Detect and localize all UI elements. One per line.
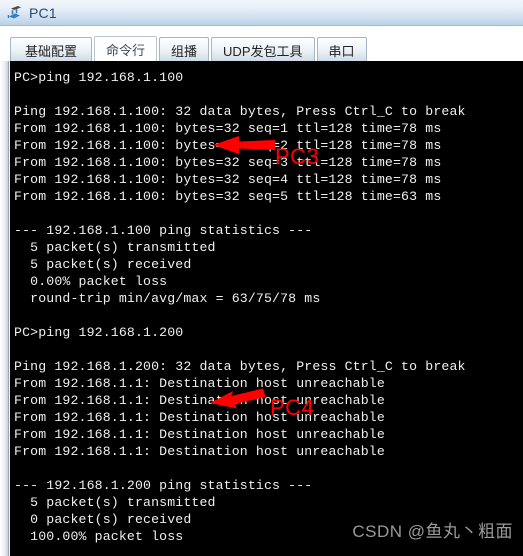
terminal-line: 0 packet(s) received bbox=[14, 512, 192, 527]
terminal-line: --- 192.168.1.100 ping statistics --- bbox=[14, 223, 313, 238]
terminal-line: --- 192.168.1.200 ping statistics --- bbox=[14, 478, 313, 493]
network-device-icon bbox=[6, 4, 24, 22]
pc1-command-line-window: PC1 基础配置 命令行 组播 UDP发包工具 串口 PC>ping 192.1… bbox=[0, 0, 523, 556]
tab-label: 基础配置 bbox=[25, 43, 78, 59]
terminal-panel: PC>ping 192.168.1.100 Ping 192.168.1.100… bbox=[0, 61, 523, 556]
tab-label: 串口 bbox=[328, 43, 355, 59]
terminal-line: PC>ping 192.168.1.200 bbox=[14, 325, 184, 340]
terminal-output[interactable]: PC>ping 192.168.1.100 Ping 192.168.1.100… bbox=[10, 61, 523, 556]
terminal-line: From 192.168.1.100: bytes=32 seq=4 ttl=1… bbox=[14, 172, 442, 187]
terminal-line: round-trip min/avg/max = 63/75/78 ms bbox=[14, 291, 321, 306]
terminal-line: Ping 192.168.1.100: 32 data bytes, Press… bbox=[14, 104, 466, 119]
tab-command-line[interactable]: 命令行 bbox=[94, 36, 158, 62]
window-title: PC1 bbox=[29, 4, 57, 21]
terminal-line: PC>ping 192.168.1.100 bbox=[14, 70, 184, 85]
tab-udp-tool[interactable]: UDP发包工具 bbox=[211, 37, 315, 62]
terminal-line: From 192.168.1.1: Destination host unrea… bbox=[14, 427, 385, 442]
tab-bar: 基础配置 命令行 组播 UDP发包工具 串口 bbox=[0, 26, 523, 62]
terminal-left-gutter bbox=[0, 61, 9, 556]
tab-basic-config[interactable]: 基础配置 bbox=[10, 37, 93, 62]
tab-serial-port[interactable]: 串口 bbox=[316, 37, 367, 62]
terminal-line: 5 packet(s) transmitted bbox=[14, 495, 216, 510]
tab-multicast[interactable]: 组播 bbox=[159, 37, 210, 62]
tab-label: UDP发包工具 bbox=[223, 43, 303, 59]
terminal-line: From 192.168.1.100: bytes=32 seq=2 ttl=1… bbox=[14, 138, 442, 153]
tab-label: 组播 bbox=[171, 43, 198, 59]
terminal-line: 5 packet(s) received bbox=[14, 257, 192, 272]
terminal-line: From 192.168.1.100: bytes=32 seq=1 ttl=1… bbox=[14, 121, 442, 136]
terminal-line: From 192.168.1.1: Destination host unrea… bbox=[14, 444, 385, 459]
terminal-line: From 192.168.1.1: Destination host unrea… bbox=[14, 376, 385, 391]
terminal-line: From 192.168.1.1: Destination host unrea… bbox=[14, 393, 385, 408]
terminal-line: Ping 192.168.1.200: 32 data bytes, Press… bbox=[14, 359, 466, 374]
terminal-line: 0.00% packet loss bbox=[14, 274, 168, 289]
window-titlebar: PC1 bbox=[0, 0, 523, 26]
terminal-line: From 192.168.1.100: bytes=32 seq=3 ttl=1… bbox=[14, 155, 442, 170]
terminal-line: 5 packet(s) transmitted bbox=[14, 240, 216, 255]
tab-label: 命令行 bbox=[106, 43, 146, 58]
terminal-line: From 192.168.1.100: bytes=32 seq=5 ttl=1… bbox=[14, 189, 442, 204]
terminal-line: 100.00% packet loss bbox=[14, 529, 184, 544]
terminal-line: From 192.168.1.1: Destination host unrea… bbox=[14, 410, 385, 425]
